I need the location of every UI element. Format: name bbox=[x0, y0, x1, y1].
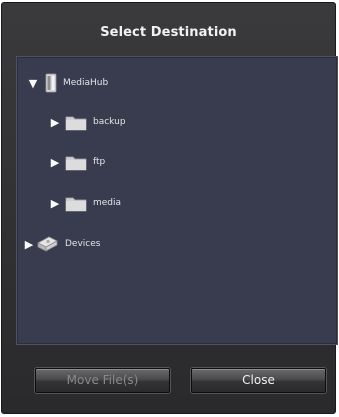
select-destination-dialog: Select Destination ▼ MediaHub ▶ backup ▶… bbox=[1, 2, 338, 415]
collapsed-arrow-icon[interactable]: ▶ bbox=[23, 239, 35, 250]
devices-icon bbox=[35, 235, 59, 253]
destination-tree[interactable]: ▼ MediaHub ▶ backup ▶ ftp ▶ media ▶ Devi… bbox=[16, 56, 338, 345]
dialog-button-bar: Move File(s) Close bbox=[2, 355, 335, 415]
tree-node-devices[interactable]: ▶ Devices bbox=[23, 232, 100, 256]
tree-node-media[interactable]: ▶ media bbox=[49, 191, 121, 215]
tree-node-label: media bbox=[93, 198, 122, 208]
tree-node-label: backup bbox=[93, 117, 126, 127]
tree-node-ftp[interactable]: ▶ ftp bbox=[49, 150, 105, 174]
tree-node-label: Devices bbox=[65, 239, 101, 249]
close-button[interactable]: Close bbox=[191, 368, 326, 393]
folder-icon bbox=[65, 195, 87, 212]
hard-drive-icon bbox=[45, 73, 57, 93]
collapsed-arrow-icon[interactable]: ▶ bbox=[49, 157, 61, 168]
tree-node-label: MediaHub bbox=[63, 78, 109, 88]
collapsed-arrow-icon[interactable]: ▶ bbox=[49, 198, 61, 209]
tree-node-label: ftp bbox=[93, 157, 106, 167]
folder-icon bbox=[65, 154, 87, 171]
tree-node-backup[interactable]: ▶ backup bbox=[49, 110, 126, 134]
dialog-title: Select Destination bbox=[100, 25, 237, 40]
collapsed-arrow-icon[interactable]: ▶ bbox=[49, 117, 61, 128]
folder-icon bbox=[65, 114, 87, 131]
move-files-button[interactable]: Move File(s) bbox=[35, 368, 170, 393]
tree-node-mediahub[interactable]: ▼ MediaHub bbox=[27, 71, 108, 95]
expanded-arrow-icon[interactable]: ▼ bbox=[27, 78, 39, 89]
